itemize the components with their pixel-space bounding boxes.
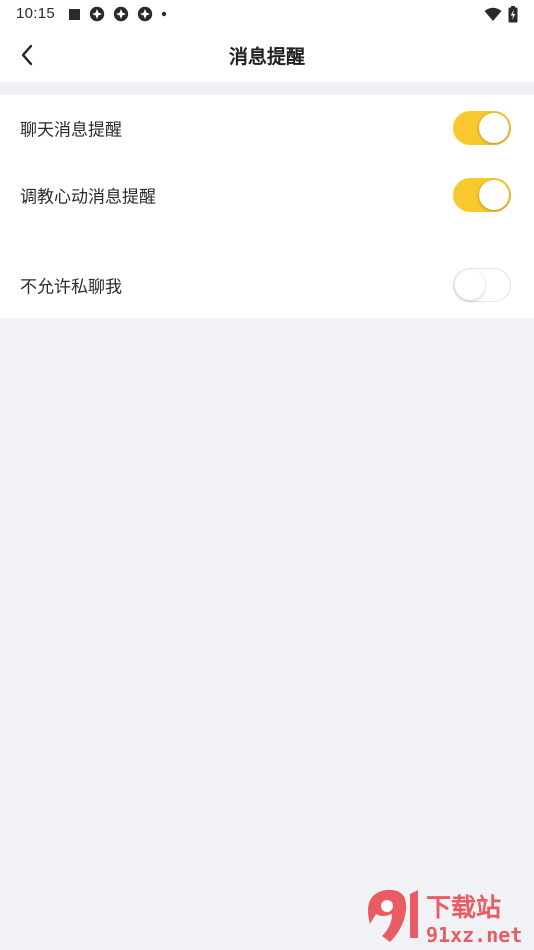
status-bar: 10:15 — [0, 0, 534, 28]
settings-list: 聊天消息提醒 调教心动消息提醒 不允许私聊我 — [0, 95, 534, 318]
app-icon — [137, 6, 153, 22]
setting-row-heart-message-reminder: 调教心动消息提醒 — [0, 167, 534, 223]
svg-text:91xz.net: 91xz.net — [426, 923, 522, 947]
system-icons — [484, 5, 518, 23]
dot-icon — [161, 11, 167, 17]
toggle-knob — [479, 180, 509, 210]
setting-row-chat-message-reminder: 聊天消息提醒 — [0, 100, 534, 156]
setting-label: 调教心动消息提醒 — [20, 187, 156, 208]
toggle-knob — [455, 269, 485, 300]
app-icon — [89, 6, 105, 22]
header: 消息提醒 — [0, 28, 534, 82]
watermark-logo: 下载站 91xz.net — [368, 889, 522, 947]
heart-message-reminder-toggle[interactable] — [453, 178, 511, 212]
app-icon — [113, 6, 129, 22]
battery-charging-icon — [508, 5, 518, 22]
status-time: 10:15 — [16, 5, 56, 22]
setting-label: 聊天消息提醒 — [20, 120, 122, 141]
toggle-knob — [479, 113, 509, 143]
chat-message-reminder-toggle[interactable] — [453, 111, 511, 145]
disallow-private-chat-toggle[interactable] — [453, 268, 511, 302]
page-title: 消息提醒 — [228, 46, 305, 68]
setting-label: 不允许私聊我 — [20, 277, 122, 298]
notification-icons — [68, 6, 167, 22]
svg-text:下载站: 下载站 — [426, 893, 501, 922]
stop-square-icon — [69, 8, 80, 20]
wifi-icon — [484, 7, 502, 21]
setting-row-disallow-private-chat: 不允许私聊我 — [0, 257, 534, 313]
